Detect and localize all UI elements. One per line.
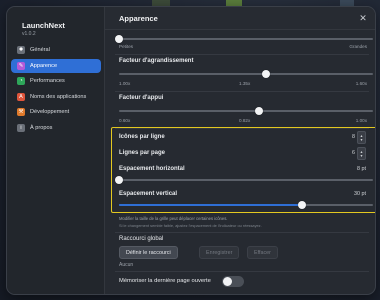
sidebar-item-label: Performances xyxy=(30,78,65,84)
support-min-label: 0.60x xyxy=(119,118,131,123)
support-current-label: 0.82x xyxy=(239,118,251,123)
app-version: v1.0.2 xyxy=(22,31,36,37)
remember-last-page-toggle[interactable] xyxy=(222,276,244,287)
grid-help-text-secondary: Si le changement semble faible, ajustez … xyxy=(119,223,262,228)
global-shortcut-title: Raccourci global xyxy=(119,236,164,242)
sidebar-item-label: Apparence xyxy=(30,62,58,69)
gauge-icon: ◔ xyxy=(17,77,25,85)
slider-max-label: Grandes xyxy=(349,44,367,49)
page-title-text: Apparence xyxy=(119,13,158,23)
highlight-box xyxy=(111,127,375,213)
sidebar-item-development[interactable]: ⚒ Développement xyxy=(11,105,101,119)
support-max-label: 1.00x xyxy=(355,118,367,123)
paintbrush-icon: ✎ xyxy=(17,61,25,70)
current-shortcut-value: Aucun xyxy=(119,262,134,268)
sidebar-nav: ✹ Général ✎ Apparence ◔ Performances A N… xyxy=(11,43,101,136)
divider xyxy=(115,232,369,233)
sidebar-item-performance[interactable]: ◔ Performances xyxy=(11,74,101,88)
zoom-current-label: 1.35x xyxy=(239,81,251,86)
sidebar-item-label: À propos xyxy=(30,124,53,131)
slider-thumb[interactable] xyxy=(115,35,123,43)
hammer-icon: ⚒ xyxy=(17,108,25,116)
text-icon: A xyxy=(17,92,25,101)
settings-window: LaunchNext v1.0.2 ✹ Général ✎ Apparence … xyxy=(6,6,376,295)
gear-icon: ✹ xyxy=(17,46,25,54)
clear-shortcut-button[interactable]: Effacer xyxy=(247,246,278,259)
slider-min-label: Petites xyxy=(119,44,134,49)
sidebar-item-appearance[interactable]: ✎ Apparence xyxy=(11,58,101,73)
sidebar-item-app-names[interactable]: A Noms des applications xyxy=(11,90,101,104)
zoom-factor-slider[interactable] xyxy=(119,70,373,78)
slider-thumb[interactable] xyxy=(262,70,271,78)
divider xyxy=(115,271,369,272)
sidebar: LaunchNext v1.0.2 ✹ Général ✎ Apparence … xyxy=(7,7,105,294)
divider xyxy=(115,91,369,92)
zoom-min-label: 1.00x xyxy=(119,81,131,86)
sidebar-item-about[interactable]: i À propos xyxy=(11,121,101,135)
info-icon: i xyxy=(17,123,25,132)
remember-last-page-label: Mémoriser la dernière page ouverte xyxy=(119,278,211,284)
support-factor-label: Facteur d'appui xyxy=(119,95,164,101)
close-icon[interactable]: ✕ xyxy=(357,12,369,24)
sidebar-item-general[interactable]: ✹ Général xyxy=(11,43,101,57)
zoom-max-label: 1.60x xyxy=(355,81,367,86)
support-factor-slider[interactable] xyxy=(119,107,373,115)
sidebar-item-label: Développement xyxy=(30,109,70,115)
app-title: LaunchNext xyxy=(22,21,65,30)
sidebar-item-label: Noms des applications xyxy=(30,93,87,100)
grid-help-text: Modifier la taille de la grille peut dép… xyxy=(119,216,228,221)
sidebar-item-label: Général xyxy=(30,47,50,53)
settings-content: Apparence ✕ Petites Grandes Facteur d'ag… xyxy=(105,7,375,294)
slider-thumb[interactable] xyxy=(254,107,263,115)
page-title: Apparence xyxy=(105,7,375,30)
save-shortcut-button[interactable]: Enregistrer xyxy=(199,246,240,259)
divider xyxy=(115,54,369,55)
zoom-factor-label: Facteur d'agrandissement xyxy=(119,58,194,64)
icon-size-slider[interactable] xyxy=(115,35,373,43)
define-shortcut-button[interactable]: Définir le raccourci xyxy=(119,246,178,259)
toggle-knob xyxy=(223,277,232,286)
